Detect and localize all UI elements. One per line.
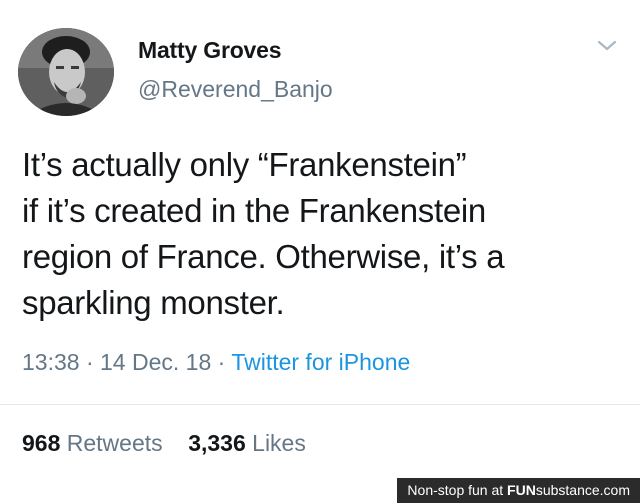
watermark-brand-rest: substance.com — [535, 482, 630, 498]
tweet-date[interactable]: 14 Dec. 18 — [100, 349, 211, 375]
watermark: Non-stop fun at FUNsubstance.com — [397, 478, 640, 503]
footer-bar: Non-stop fun at FUNsubstance.com — [0, 476, 640, 503]
display-name[interactable]: Matty Groves — [138, 37, 282, 64]
user-handle[interactable]: @Reverend_Banjo — [138, 76, 333, 103]
tweet-time: 13:38 — [22, 349, 80, 375]
tweet-meta: 13:38 · 14 Dec. 18 · Twitter for iPhone — [22, 349, 410, 376]
meta-separator: · — [217, 349, 226, 375]
tweet-menu-button[interactable] — [594, 36, 620, 56]
avatar[interactable] — [18, 28, 114, 116]
watermark-text: Non-stop fun at — [407, 482, 508, 498]
avatar-photo — [18, 28, 114, 116]
watermark-brand-bold: FUN — [507, 482, 536, 498]
tweet-source-link[interactable]: Twitter for iPhone — [231, 349, 410, 375]
chevron-down-icon — [597, 40, 617, 51]
retweets-label: Retweets — [66, 430, 163, 456]
divider — [0, 404, 640, 405]
likes-label: Likes — [252, 430, 306, 456]
meta-separator: · — [85, 349, 94, 375]
tweet-stats: 968 Retweets 3,336 Likes — [22, 430, 306, 457]
tweet-card: Matty Groves @Reverend_Banjo It’s actual… — [0, 0, 640, 476]
retweets-count: 968 — [22, 430, 61, 456]
likes-stat[interactable]: 3,336 Likes — [188, 430, 306, 456]
likes-count: 3,336 — [188, 430, 246, 456]
tweet-text: It’s actually only “Frankenstein” if it’… — [22, 146, 505, 321]
retweets-stat[interactable]: 968 Retweets — [22, 430, 163, 456]
